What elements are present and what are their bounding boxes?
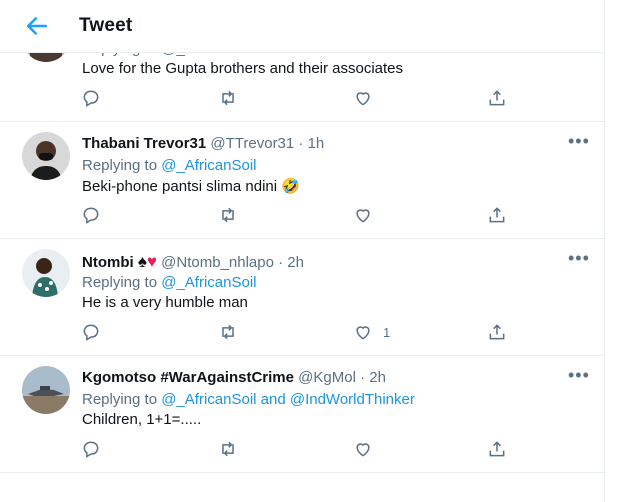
retweet-button[interactable] <box>218 439 238 459</box>
tweet-header: Ntombi ♠♥ @Ntomb_nhlapo · 2h <box>82 252 304 272</box>
author-handle[interactable]: @TTrevor31 <box>210 135 294 152</box>
heart-emoji-icon: ♥ <box>146 252 157 271</box>
reply-context: Replying to @_AfricanSoil and @IndWorldT… <box>82 391 415 408</box>
back-button[interactable] <box>22 11 52 41</box>
retweet-icon <box>222 90 234 106</box>
arrow-left-icon <box>27 17 47 35</box>
retweet-button[interactable] <box>218 322 238 342</box>
share-icon <box>489 441 505 457</box>
author-handle[interactable]: @KgMol <box>298 369 356 386</box>
laughing-emoji-icon: 🤣 <box>281 178 300 195</box>
top-header: Tweet <box>0 0 604 53</box>
heart-icon <box>356 209 370 223</box>
tweet-header: Thabani Trevor31 @TTrevor31 · 1h <box>82 135 324 152</box>
share-button[interactable] <box>487 439 507 459</box>
retweet-icon <box>222 324 234 340</box>
retweet-icon <box>222 207 234 223</box>
timestamp[interactable]: 2h <box>369 369 386 386</box>
like-button[interactable] <box>353 88 373 108</box>
like-button[interactable] <box>353 205 373 225</box>
heart-icon <box>356 326 370 340</box>
replying-to-label: Replying to <box>82 157 158 174</box>
reply-button[interactable] <box>81 322 101 342</box>
heart-icon <box>356 443 370 457</box>
separator: · <box>278 254 284 271</box>
share-icon <box>489 324 505 340</box>
retweet-button[interactable] <box>218 205 238 225</box>
more-options-button[interactable]: ••• <box>568 365 590 386</box>
reply-icon <box>83 324 99 341</box>
separator: · <box>298 135 304 152</box>
author-name[interactable]: Thabani Trevor31 <box>82 135 206 152</box>
author-name[interactable]: Kgomotso #WarAgainstCrime <box>82 369 294 386</box>
timestamp[interactable]: 1h <box>308 135 325 152</box>
share-icon <box>489 90 505 106</box>
page-title: Tweet <box>79 15 133 36</box>
tweet-text: Children, 1+1=..... <box>82 411 202 428</box>
replying-to-label: Replying to <box>82 274 158 291</box>
reply-context: Replying to @_AfricanSoil <box>82 274 257 291</box>
like-button[interactable] <box>353 439 373 459</box>
share-icon <box>489 207 505 223</box>
reply-context: Replying to @_AfricanSoil <box>82 157 257 174</box>
tweet-item[interactable]: Kgomotso #WarAgainstCrime @KgMol · 2h Re… <box>0 355 604 473</box>
share-button[interactable] <box>487 88 507 108</box>
share-button[interactable] <box>487 205 507 225</box>
reply-icon <box>83 207 99 224</box>
avatar[interactable] <box>22 132 70 180</box>
tweet-item[interactable]: Thabani Trevor31 @TTrevor31 · 1h Replyin… <box>0 121 604 239</box>
retweet-button[interactable] <box>218 88 238 108</box>
timestamp[interactable]: 2h <box>287 254 304 271</box>
reply-button[interactable] <box>81 88 101 108</box>
retweet-icon <box>222 441 234 457</box>
spade-icon: ♠ <box>137 252 147 271</box>
more-icon: ••• <box>568 131 590 151</box>
reply-mention-link[interactable]: @_AfricanSoil <box>161 157 256 174</box>
like-button[interactable] <box>353 322 373 342</box>
tweet-thread-column: Replying to @_AfricanSoil Love for the G… <box>0 0 605 502</box>
avatar[interactable] <box>22 249 70 297</box>
reply-mention-link[interactable]: @_AfricanSoil and @IndWorldThinker <box>161 391 415 408</box>
like-count: 1 <box>383 325 391 340</box>
tweet-header: Kgomotso #WarAgainstCrime @KgMol · 2h <box>82 369 386 386</box>
replying-to-label: Replying to <box>82 391 158 408</box>
separator: · <box>360 369 366 386</box>
reply-mention-link[interactable]: @_AfricanSoil <box>161 274 256 291</box>
tweet-text-content: Beki-phone pantsi slima ndini <box>82 178 278 195</box>
reply-icon <box>83 441 99 458</box>
avatar[interactable] <box>22 366 70 414</box>
tweet-text: He is a very humble man <box>82 294 248 311</box>
reply-button[interactable] <box>81 205 101 225</box>
more-options-button[interactable]: ••• <box>568 131 590 152</box>
tweet-text: Love for the Gupta brothers and their as… <box>82 60 404 77</box>
share-button[interactable] <box>487 322 507 342</box>
more-icon: ••• <box>568 248 590 268</box>
more-options-button[interactable]: ••• <box>568 248 590 269</box>
author-handle[interactable]: @Ntomb_nhlapo <box>161 254 274 271</box>
more-icon: ••• <box>568 365 590 385</box>
tweet-text: Beki-phone pantsi slima ndini 🤣 <box>82 177 300 195</box>
heart-icon <box>356 92 370 106</box>
tweet-item[interactable]: Ntombi ♠♥ @Ntomb_nhlapo · 2h Replying to… <box>0 238 604 356</box>
author-name[interactable]: Ntombi <box>82 254 134 271</box>
reply-button[interactable] <box>81 439 101 459</box>
reply-icon <box>83 90 99 107</box>
